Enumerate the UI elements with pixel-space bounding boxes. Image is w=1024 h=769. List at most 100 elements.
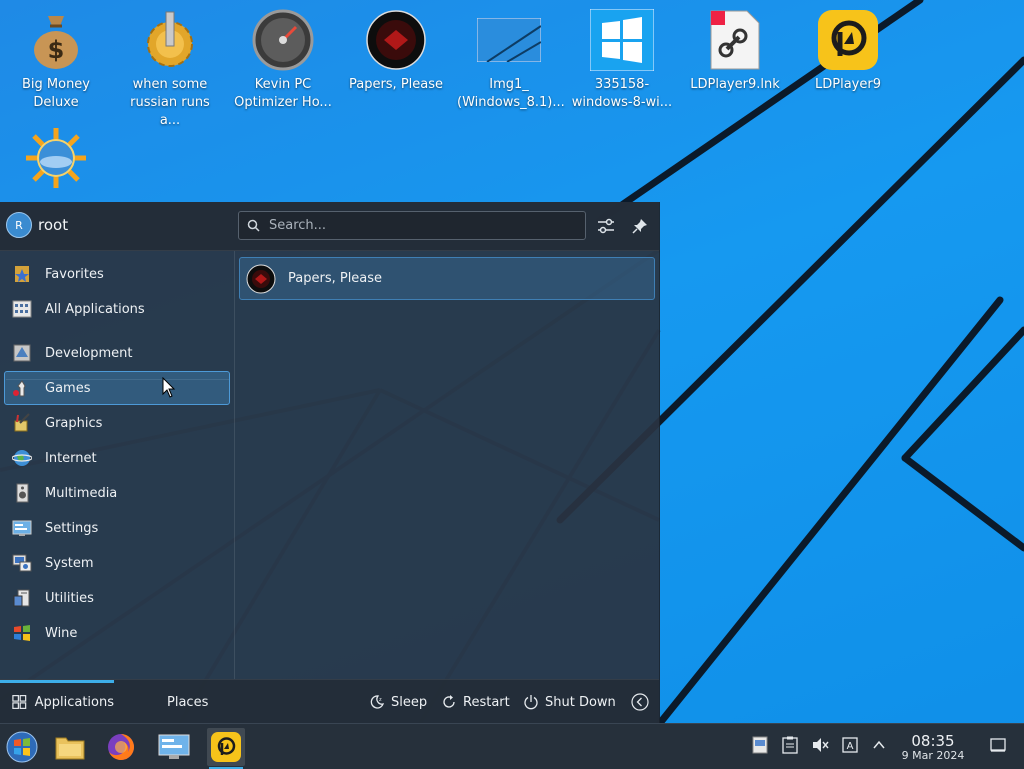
- show-desktop-button[interactable]: [988, 735, 1008, 755]
- category-multimedia[interactable]: Multimedia: [4, 476, 230, 510]
- svg-text:z: z: [379, 697, 382, 703]
- restart-label: Restart: [463, 694, 510, 710]
- category-label: Utilities: [45, 590, 94, 606]
- system-settings-icon: [158, 734, 190, 759]
- file-manager-icon: [55, 737, 85, 760]
- category-all-applications[interactable]: All Applications: [4, 292, 230, 326]
- wine-icon: [11, 622, 33, 644]
- category-system[interactable]: System: [4, 546, 230, 580]
- papers-please-icon: [364, 8, 428, 72]
- papers-please-icon: [246, 264, 276, 294]
- volume-button[interactable]: [810, 735, 830, 755]
- sleep-button[interactable]: z Sleep: [369, 690, 427, 714]
- category-settings[interactable]: Settings: [4, 511, 230, 545]
- results-list: Papers, Please: [235, 251, 659, 679]
- desktop-icon-russian-runs[interactable]: when some russian runs a...: [118, 8, 222, 130]
- tab-label: Places: [167, 694, 209, 710]
- chevron-left-icon: [631, 693, 649, 711]
- system-settings-button[interactable]: [155, 728, 193, 766]
- result-papers-please[interactable]: Papers, Please: [239, 257, 655, 300]
- category-label: Favorites: [45, 266, 104, 282]
- development-icon: [11, 342, 33, 364]
- clock-time[interactable]: 08:35: [898, 732, 968, 750]
- category-graphics[interactable]: Graphics: [4, 406, 230, 440]
- internet-icon: [11, 447, 33, 469]
- money-bag-icon: $: [24, 8, 88, 72]
- wine-tray-icon: [752, 736, 768, 754]
- category-wine[interactable]: Wine: [4, 616, 230, 650]
- start-menu-icon: [6, 731, 38, 763]
- pin-button[interactable]: [628, 214, 652, 238]
- search-input[interactable]: [267, 217, 571, 234]
- power-icon: [524, 695, 538, 710]
- restart-button[interactable]: Restart: [441, 690, 510, 714]
- category-favorites[interactable]: Favorites: [4, 257, 230, 291]
- speedometer-icon: [251, 8, 315, 72]
- firefox-icon: [108, 734, 134, 760]
- multimedia-icon: [11, 482, 33, 504]
- category-label: Multimedia: [45, 485, 118, 501]
- category-utilities[interactable]: Utilities: [4, 581, 230, 615]
- desktop-icon-335158-windows-8[interactable]: 335158-windows-8-wi...: [570, 8, 674, 112]
- desktop-icon-kevin-pc-optimizer[interactable]: Kevin PC Optimizer Ho...: [231, 8, 335, 112]
- start-menu-button[interactable]: [3, 728, 41, 766]
- configure-button[interactable]: [594, 214, 618, 238]
- windows-logo-icon: [590, 8, 654, 72]
- show-desktop-icon: [990, 738, 1006, 752]
- keyboard-layout-button[interactable]: A: [840, 735, 860, 755]
- category-games[interactable]: Games: [4, 371, 230, 405]
- expand-tray-button[interactable]: [869, 735, 889, 755]
- category-label: Development: [45, 345, 133, 361]
- desktop-icon-label: Papers, Please: [348, 77, 444, 92]
- games-icon: [11, 377, 33, 399]
- desktop-icon-ldplayer9[interactable]: LDPlayer9: [796, 8, 900, 94]
- category-label: Wine: [45, 625, 78, 641]
- tab-label: Applications: [34, 694, 114, 710]
- user-name: root: [38, 216, 69, 234]
- ldplayer-icon: [816, 8, 880, 72]
- clipboard-button[interactable]: [780, 735, 800, 755]
- shutdown-button[interactable]: Shut Down: [523, 690, 616, 714]
- desktop-icon-label: Img1_ (Windows_8.1)...: [457, 77, 565, 110]
- volume-muted-icon: [813, 738, 829, 752]
- favorites-icon: [11, 263, 33, 285]
- desktop-icon-label: when some russian runs a...: [130, 77, 210, 128]
- search-field[interactable]: [238, 211, 586, 240]
- desktop-icon-label: 335158-windows-8-wi...: [571, 77, 673, 110]
- pin-icon: [632, 219, 647, 234]
- mouse-cursor: [162, 377, 176, 398]
- system-icon: [11, 552, 33, 574]
- category-internet[interactable]: Internet: [4, 441, 230, 475]
- category-label: All Applications: [45, 301, 145, 317]
- desktop-icon-img1-windows81[interactable]: Img1_ (Windows_8.1)...: [457, 8, 565, 112]
- result-label: Papers, Please: [288, 271, 383, 286]
- desktop-icon-big-money-deluxe[interactable]: $ Big Money Deluxe: [4, 8, 108, 112]
- settings-icon: [11, 517, 33, 539]
- category-list: Favorites All Applications Development G…: [0, 251, 235, 679]
- ldplayer-icon: [211, 732, 241, 762]
- tab-places[interactable]: Places: [167, 680, 208, 724]
- ldplayer-button[interactable]: [207, 728, 245, 769]
- expand-tray-icon: [873, 740, 885, 749]
- category-label: Graphics: [45, 415, 103, 431]
- firefox-button[interactable]: [102, 728, 140, 766]
- sleep-label: Sleep: [391, 694, 428, 710]
- desktop-icon-label: Kevin PC Optimizer Ho...: [234, 77, 332, 110]
- desktop-icon-label: LDPlayer9.lnk: [690, 77, 780, 92]
- file-manager-button[interactable]: [51, 728, 89, 766]
- desktop-icon-label: Big Money Deluxe: [21, 77, 90, 110]
- desktop-icon-ldplayer9-lnk[interactable]: LDPlayer9.lnk: [683, 8, 787, 94]
- settings-sliders-icon: [598, 218, 614, 234]
- category-development[interactable]: Development: [4, 336, 230, 370]
- desktop-icon-papers-please[interactable]: Papers, Please: [344, 8, 448, 94]
- more-power-options-button[interactable]: [631, 690, 649, 714]
- sun-globe-icon: [24, 126, 88, 190]
- taskbar: A 08:35 9 Mar 2024: [0, 723, 1024, 769]
- clock-date[interactable]: 9 Mar 2024: [890, 749, 976, 762]
- desktop-icon-sun-globe[interactable]: [4, 126, 108, 194]
- wine-tray-button[interactable]: [750, 735, 770, 755]
- tab-applications[interactable]: Applications: [0, 680, 114, 724]
- clipboard-icon: [782, 736, 798, 754]
- category-label: Settings: [45, 520, 99, 536]
- user-avatar[interactable]: R: [6, 212, 32, 238]
